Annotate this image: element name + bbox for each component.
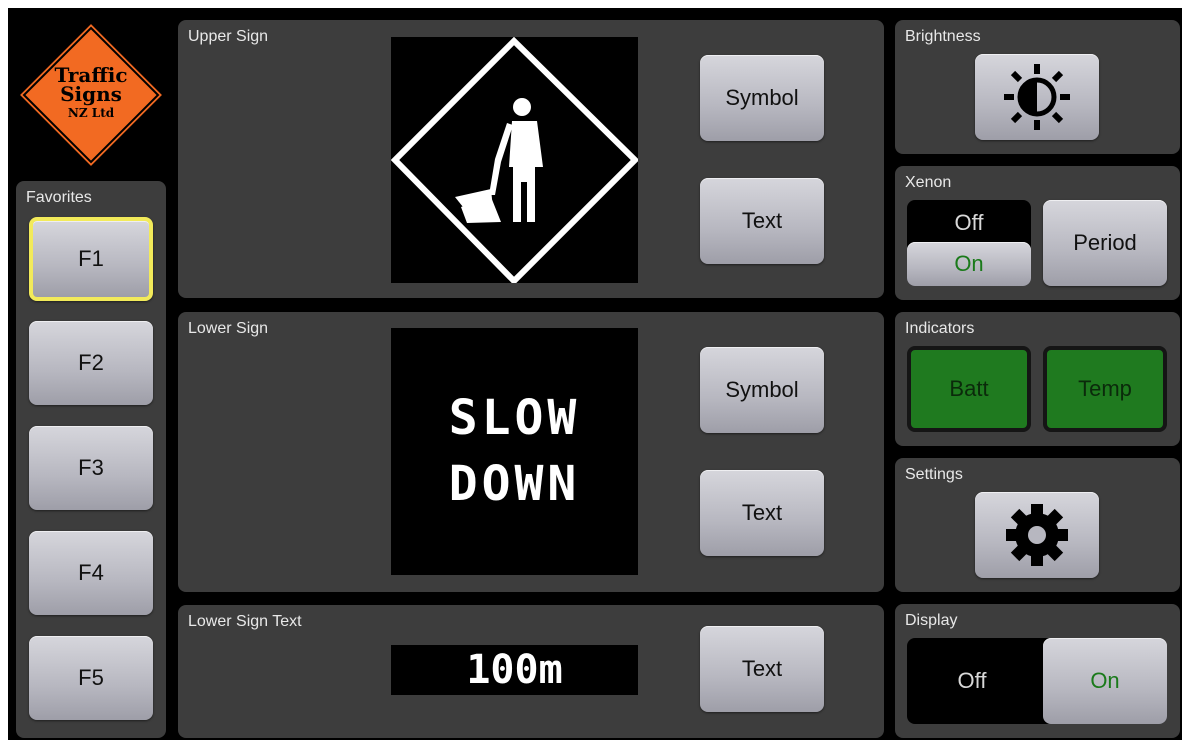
display-off-label: Off <box>957 668 987 693</box>
lower-sign-text-title: Lower Sign Text <box>188 613 302 630</box>
lower-sign-panel: Lower Sign SLOW DOWN Symbol Text <box>178 312 884 592</box>
lower-sign-title: Lower Sign <box>188 320 269 337</box>
settings-title: Settings <box>905 466 963 483</box>
upper-sign-display[interactable] <box>390 36 640 286</box>
favorite-f1-button[interactable]: F1 <box>29 217 153 301</box>
upper-symbol-button[interactable]: Symbol <box>700 55 824 141</box>
brightness-icon <box>1004 64 1070 130</box>
lower-sign-text-panel: Lower Sign Text 100m Text <box>178 605 884 738</box>
settings-button[interactable] <box>975 492 1099 578</box>
xenon-period-button[interactable]: Period <box>1043 200 1167 286</box>
favorite-f2-button[interactable]: F2 <box>29 321 153 405</box>
lower-text-button[interactable]: Text <box>700 470 824 556</box>
gear-icon <box>1006 504 1068 566</box>
display-title: Display <box>905 612 958 629</box>
road-works-icon <box>390 36 640 286</box>
xenon-off-label: Off <box>954 210 984 235</box>
app-screen: Traffic Signs NZ Ltd Favorites F1 F2 F3 … <box>8 8 1182 740</box>
logo-line-3: NZ Ltd <box>67 106 115 120</box>
favorites-panel: Favorites F1 F2 F3 F4 F5 <box>16 181 166 738</box>
xenon-on-knob[interactable]: On <box>907 242 1031 286</box>
lower-sign-line-1: SLOW <box>448 390 581 446</box>
xenon-title: Xenon <box>905 174 952 191</box>
upper-text-button[interactable]: Text <box>700 178 824 264</box>
brightness-panel: Brightness <box>895 20 1180 154</box>
lower-sign-text-display[interactable]: 100m <box>391 645 638 695</box>
display-panel: Display Off On <box>895 604 1180 738</box>
brightness-title: Brightness <box>905 28 981 45</box>
display-toggle[interactable]: Off On <box>907 638 1167 724</box>
battery-indicator: Batt <box>907 346 1031 432</box>
display-on-knob[interactable]: On <box>1043 638 1167 724</box>
settings-panel: Settings <box>895 458 1180 592</box>
lower-sign-display[interactable]: SLOW DOWN <box>391 328 638 575</box>
lower-sign-text-button[interactable]: Text <box>700 626 824 712</box>
favorite-f5-button[interactable]: F5 <box>29 636 153 720</box>
indicators-title: Indicators <box>905 320 975 337</box>
favorites-title: Favorites <box>26 189 92 206</box>
temperature-indicator: Temp <box>1043 346 1167 432</box>
upper-sign-title: Upper Sign <box>188 28 269 45</box>
logo: Traffic Signs NZ Ltd <box>15 19 167 171</box>
xenon-panel: Xenon Off On Period <box>895 166 1180 300</box>
lower-sign-line-2: DOWN <box>448 456 581 512</box>
upper-sign-panel: Upper Sign Symbol Text <box>178 20 884 298</box>
logo-line-2: Signs <box>60 82 122 106</box>
xenon-toggle[interactable]: Off On <box>907 200 1031 286</box>
lower-sign-text-value: 100m <box>466 647 563 693</box>
favorite-f4-button[interactable]: F4 <box>29 531 153 615</box>
lower-symbol-button[interactable]: Symbol <box>700 347 824 433</box>
favorite-f3-button[interactable]: F3 <box>29 426 153 510</box>
brightness-button[interactable] <box>975 54 1099 140</box>
indicators-panel: Indicators Batt Temp <box>895 312 1180 446</box>
